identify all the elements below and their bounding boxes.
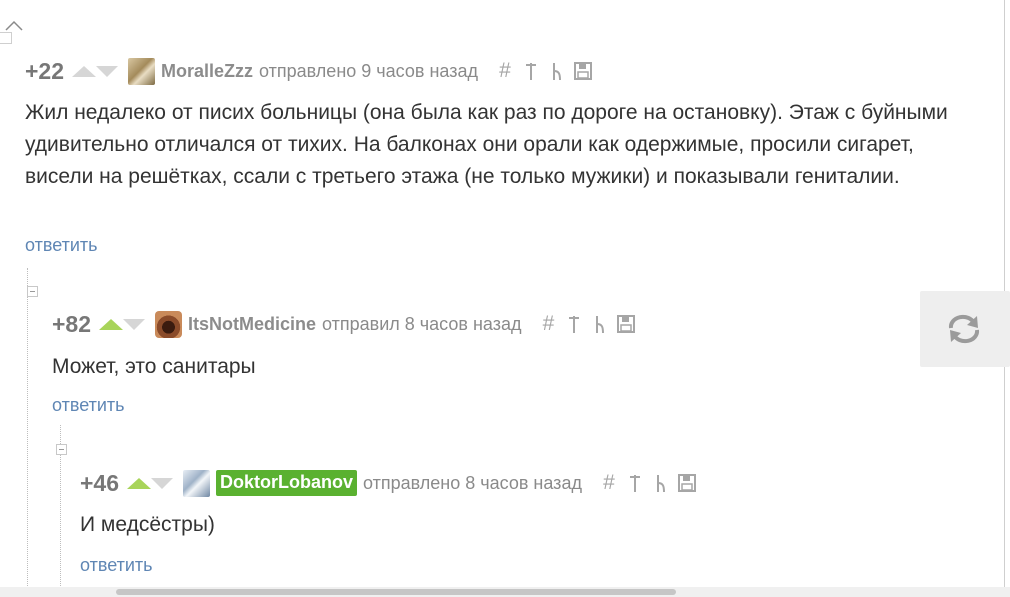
upvote-button[interactable] [72, 65, 97, 77]
hash-icon[interactable]: # [492, 59, 518, 83]
avatar[interactable] [183, 469, 211, 497]
timestamp: отправил 8 часов назад [322, 313, 522, 334]
chevron-up-icon[interactable] [4, 18, 24, 32]
rating: +46 [80, 469, 120, 496]
username[interactable]: DoktorLobanov [216, 470, 358, 496]
comment-header: +82 ItsNotMedicine отправил 8 часов наза… [52, 309, 639, 339]
avatar[interactable] [155, 310, 183, 338]
horizontal-scrollbar[interactable] [0, 587, 1010, 597]
refresh-icon [948, 314, 980, 344]
rating: +82 [52, 310, 92, 337]
upvote-button[interactable] [127, 477, 152, 489]
thread-line-level1 [27, 268, 28, 588]
reply-link[interactable]: ответить [25, 235, 98, 256]
scrollbar-thumb[interactable] [116, 589, 676, 595]
save-icon[interactable] [674, 471, 700, 495]
pin-up-icon[interactable] [622, 471, 648, 495]
downvote-button[interactable] [96, 65, 119, 77]
pin-up-icon[interactable] [561, 312, 587, 336]
username[interactable]: ItsNotMedicine [188, 314, 316, 335]
rating: +22 [25, 57, 65, 84]
reply-link[interactable]: ответить [52, 395, 125, 416]
collapse-button[interactable] [27, 286, 38, 297]
pin-up-icon[interactable] [518, 59, 544, 83]
comment-text: И медсёстры) [80, 513, 215, 536]
timestamp: отправлено 9 часов назад [259, 60, 478, 81]
branch-icon[interactable] [648, 471, 674, 495]
collapse-box-top[interactable] [0, 32, 12, 44]
hash-icon[interactable]: # [596, 471, 622, 495]
comment-header: +22 MoralleZzz отправлено 9 часов назад … [25, 56, 596, 86]
comment-text: Жил недалеко от писих больницы (она была… [25, 101, 948, 188]
collapse-button[interactable] [56, 444, 67, 455]
branch-icon[interactable] [544, 59, 570, 83]
downvote-button[interactable] [123, 318, 146, 330]
comment-header: +46 DoktorLobanov отправлено 8 часов наз… [80, 468, 700, 498]
save-icon[interactable] [570, 59, 596, 83]
save-icon[interactable] [613, 312, 639, 336]
comment-text: Может, это санитары [52, 355, 256, 378]
reply-link[interactable]: ответить [80, 555, 153, 576]
refresh-comments-button[interactable] [920, 291, 1010, 367]
timestamp: отправлено 8 часов назад [363, 472, 582, 493]
hash-icon[interactable]: # [535, 312, 561, 336]
username[interactable]: MoralleZzz [161, 61, 253, 82]
avatar[interactable] [128, 57, 156, 85]
branch-icon[interactable] [587, 312, 613, 336]
downvote-button[interactable] [151, 477, 174, 489]
upvote-button[interactable] [99, 318, 124, 330]
